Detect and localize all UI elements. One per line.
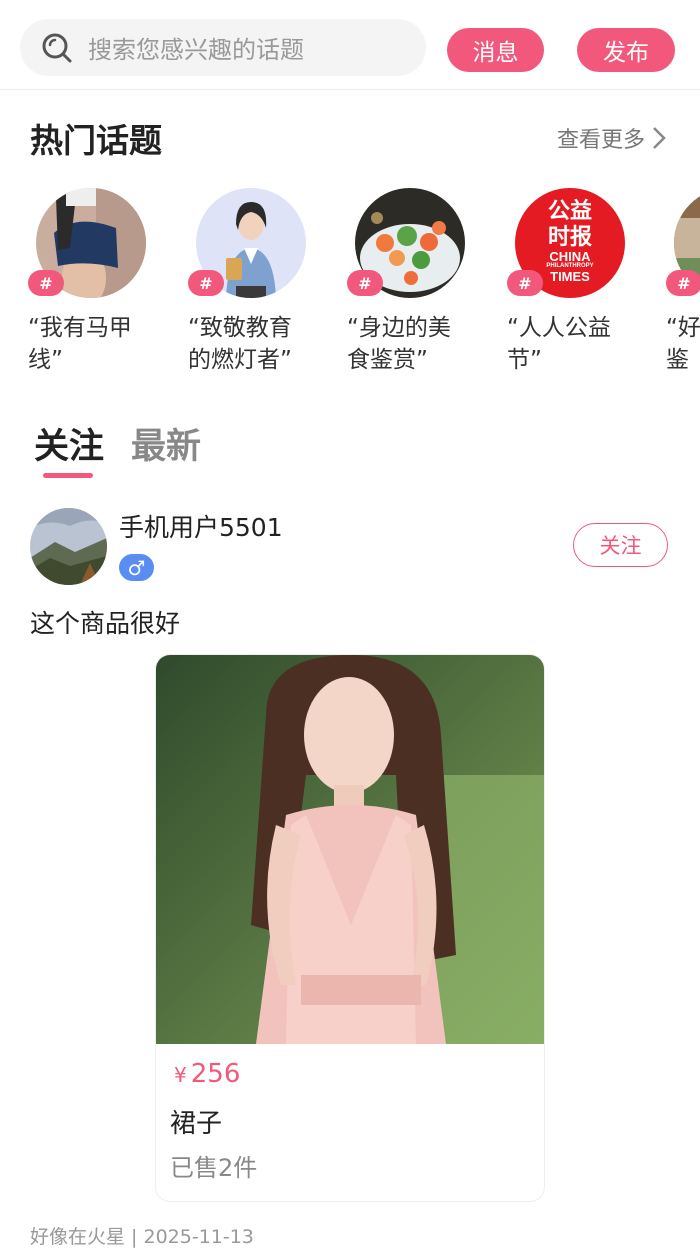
topic-label: “我有马甲线” xyxy=(28,315,132,373)
header-divider xyxy=(0,89,700,90)
topic-item-charity[interactable]: 公益 时报 CHINA PHILANTHROPY TIMES # “人人公益节” xyxy=(507,188,657,373)
product-image xyxy=(156,655,544,1044)
charity-times-logo: 公益 时报 CHINA PHILANTHROPY TIMES xyxy=(546,198,594,284)
hashtag-badge: # xyxy=(666,270,700,296)
topic-item-partial[interactable]: # “好图鉴 xyxy=(666,188,700,388)
topic-item-abs[interactable]: # “我有马甲线” xyxy=(28,188,178,373)
hot-topics-title: 热门话题 xyxy=(30,121,162,160)
username[interactable]: 手机用户5501 xyxy=(119,508,283,544)
messages-button[interactable]: 消息 xyxy=(447,28,544,72)
avatar[interactable] xyxy=(30,508,107,585)
active-tab-indicator xyxy=(43,473,93,478)
view-more-link[interactable]: 查看更多 xyxy=(557,122,667,154)
search-bar[interactable]: 搜索您感兴趣的话题 xyxy=(20,19,426,76)
topic-label: “致敬教育的燃灯者” xyxy=(188,315,292,373)
hashtag-badge: # xyxy=(28,270,64,296)
view-more-label: 查看更多 xyxy=(557,128,646,153)
tab-latest[interactable]: 最新 xyxy=(131,418,201,469)
product-sold-count: 已售2件 xyxy=(170,1154,258,1182)
hashtag-badge: # xyxy=(347,270,383,296)
male-icon: ♂ xyxy=(119,554,154,581)
follow-button[interactable]: 关注 xyxy=(573,523,668,567)
publish-button[interactable]: 发布 xyxy=(577,28,675,72)
product-card[interactable]: ¥256 裙子 已售2件 xyxy=(156,655,544,1201)
product-name: 裙子 xyxy=(170,1109,223,1139)
topic-item-food[interactable]: # “身边的美食鉴赏” xyxy=(347,188,497,373)
search-input[interactable]: 搜索您感兴趣的话题 xyxy=(88,30,304,65)
product-price: ¥256 xyxy=(174,1059,240,1089)
hashtag-badge: # xyxy=(507,270,543,296)
currency-symbol: ¥ xyxy=(174,1063,187,1087)
chevron-right-icon xyxy=(653,127,666,149)
topic-item-teacher[interactable]: # “致敬教育的燃灯者” xyxy=(188,188,338,373)
post-meta: 好像在火星 | 2025-11-13 xyxy=(30,1226,254,1248)
post-text: 这个商品很好 xyxy=(30,609,181,638)
topic-label: “人人公益节” xyxy=(507,315,611,373)
hashtag-badge: # xyxy=(188,270,224,296)
tab-follow[interactable]: 关注 xyxy=(34,418,104,469)
price-value: 256 xyxy=(190,1059,241,1089)
search-icon xyxy=(42,33,72,62)
topic-label: “身边的美食鉴赏” xyxy=(347,315,451,373)
topic-label: “好图鉴 xyxy=(666,315,700,373)
